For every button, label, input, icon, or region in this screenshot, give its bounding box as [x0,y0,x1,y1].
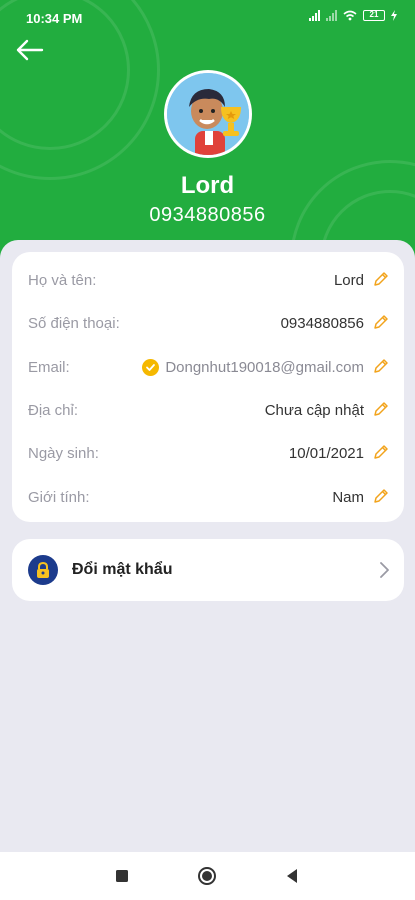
info-row-birthday: Ngày sinh: 10/01/2021 [12,439,404,469]
back-arrow-icon [16,39,44,61]
chevron-right-icon [380,562,389,578]
edit-pencil-icon[interactable] [372,400,390,418]
back-nav-button[interactable] [282,866,302,886]
info-label: Ngày sinh: [28,445,99,462]
info-row-email: Email: Dongnhut190018@gmail.com [12,353,404,383]
info-label: Số điện thoại: [28,315,120,332]
info-label: Họ và tên: [28,272,97,289]
info-row-address: Địa chỉ: Chưa cập nhật [12,396,404,426]
phone-value: 0934880856 [280,315,364,332]
fullname-value: Lord [333,272,364,289]
avatar-illustration [167,73,249,155]
info-value: 0934880856 [281,315,364,332]
gender-value: Nam [332,489,364,506]
info-value: Lord [334,272,364,289]
signal-icon [326,10,337,21]
info-value: Nam [332,489,364,506]
system-nav-bar [0,852,415,900]
edit-pencil-icon[interactable] [372,270,390,288]
info-row-gender: Giới tính: Nam [12,483,404,513]
status-bar: 10:34 PM 21 [0,0,415,34]
edit-pencil-icon[interactable] [372,357,390,375]
signal-icon [309,10,320,21]
verified-check-icon [142,359,160,376]
email-value: Dongnhut190018@gmail.com [165,359,364,376]
battery-icon: 21 [363,10,385,21]
address-value: Chưa cập nhật [264,402,364,419]
back-button[interactable] [14,38,46,62]
profile-info-card: Họ và tên: Lord Số điện thoại: 093488085… [12,252,404,522]
info-value: Dongnhut190018@gmail.com [142,359,364,376]
triangle-back-icon [287,869,297,883]
recent-apps-button[interactable] [112,866,132,886]
info-label: Email: [28,359,70,376]
edit-pencil-icon[interactable] [372,313,390,331]
change-password-button[interactable]: Đổi mật khẩu [12,539,404,601]
info-label: Địa chỉ: [28,402,79,419]
status-time: 10:34 PM [26,11,83,26]
square-icon [116,870,128,882]
circle-icon [198,867,216,885]
wifi-icon [343,10,357,21]
info-label: Giới tính: [28,489,90,506]
change-password-label: Đổi mật khẩu [72,561,173,578]
charging-icon [391,10,397,21]
avatar[interactable] [164,70,252,158]
edit-pencil-icon[interactable] [372,443,390,461]
home-button[interactable] [197,866,217,886]
info-value: 10/01/2021 [289,445,364,462]
info-row-phone: Số điện thoại: 0934880856 [12,309,404,339]
birthday-value: 10/01/2021 [288,445,364,462]
info-row-fullname: Họ và tên: Lord [12,266,404,296]
edit-pencil-icon[interactable] [372,487,390,505]
info-value: Chưa cập nhật [265,402,364,419]
profile-name: Lord [180,172,235,199]
profile-phone: 0934880856 [149,204,266,226]
lock-icon [28,555,58,585]
